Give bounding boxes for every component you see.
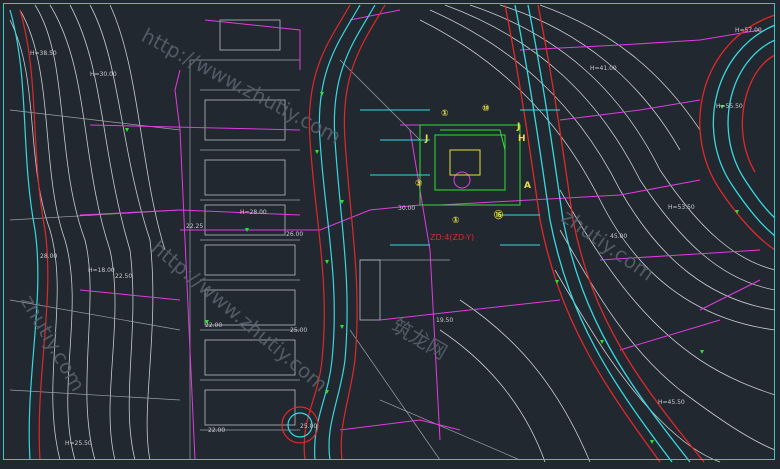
cad-drawing-canvas[interactable]: H=30.00 H=28.00 H=18.00 28.00 22.50 22.0… <box>0 0 780 465</box>
drawing-frame <box>3 3 775 460</box>
